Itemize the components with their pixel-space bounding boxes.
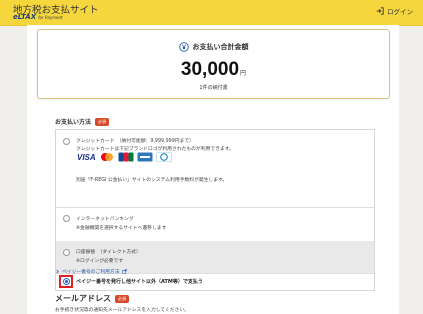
login-icon: [376, 7, 384, 15]
bill-count: 1件の納付書: [199, 85, 228, 91]
pay-easy-help-text: ペイジー番号のご利用方法: [62, 270, 120, 275]
diners-logo: [155, 152, 172, 162]
currency-unit: 円: [240, 71, 247, 77]
external-link-icon: [121, 269, 127, 274]
login-label: ログイン: [387, 8, 413, 16]
logo-text: eLTAX: [13, 13, 37, 21]
option-pay-easy[interactable]: ペイジー番号を発行し他サイト以外（ATM等）で支払う: [56, 273, 374, 290]
email-hint: お手続き状況等の通知先メールアドレスを入力してください。: [55, 308, 190, 313]
credit-card-line2: クレジットカードは下記ブランドロゴが利用されたものが利用できます。: [76, 147, 234, 152]
email-required-badge: 必須: [115, 294, 129, 303]
email-heading: メールアドレス 必須: [55, 293, 129, 304]
direct-debit-line2: ※ログインが必要です: [76, 259, 124, 264]
direct-debit-line1: 口座振替 （ダイレクト方式）: [76, 250, 141, 255]
mastercard-logo: [100, 153, 113, 161]
payment-total-card: お支払い合計金額 30,000円 1件の納付書: [37, 29, 390, 99]
total-amount: 30,000円: [38, 59, 389, 81]
radio-internet-banking[interactable]: [63, 215, 70, 222]
total-label: お支払い合計金額: [192, 43, 249, 51]
pay-easy-label: ペイジー番号を発行し他サイト以外（ATM等）で支払う: [76, 279, 203, 285]
card-brand-logos: VISA: [77, 152, 172, 162]
visa-logo: VISA: [77, 152, 96, 162]
option-credit-card[interactable]: クレジットカード （納付可能額：9,999,999円まで） クレジットカードは下…: [56, 130, 374, 208]
login-button[interactable]: ログイン: [376, 6, 413, 16]
option-internet-banking[interactable]: インターネットバンキング ※金融機関を選択するサイトへ遷移します: [56, 207, 374, 242]
credit-card-line1: クレジットカード （納付可能額：9,999,999円まで）: [76, 139, 194, 144]
chevron-right-icon: [56, 269, 59, 274]
payment-method-title: お支払い方法: [55, 119, 92, 126]
payment-method-heading: お支払い方法 必須: [55, 117, 110, 126]
main-content: お支払い合計金額 30,000円 1件の納付書 お支払い方法 必須 クレジットカ…: [27, 25, 399, 314]
logo-sub: for Payment: [38, 15, 63, 20]
credit-card-fee-note: 別途「F-REGI 公金払い」サイトのシステム利用手数料が発生します。: [76, 178, 228, 183]
internet-banking-line2: ※金融機関を選択するサイトへ遷移します: [76, 226, 167, 231]
radio-pay-easy[interactable]: [63, 278, 70, 285]
payment-options: クレジットカード （納付可能額：9,999,999円まで） クレジットカードは下…: [55, 129, 375, 291]
eltax-logo[interactable]: eLTAX for Payment: [13, 13, 63, 21]
jcb-logo: [118, 152, 134, 162]
site-header: 地方税お支払サイト eLTAX for Payment ログイン: [0, 0, 423, 26]
total-amount-value: 30,000: [180, 59, 240, 80]
required-badge: 必須: [95, 117, 110, 126]
yen-icon: [178, 42, 189, 52]
email-title: メールアドレス: [55, 294, 111, 303]
amex-logo: [137, 152, 153, 162]
pay-easy-help-link[interactable]: ペイジー番号のご利用方法: [55, 268, 127, 275]
internet-banking-line1: インターネットバンキング: [76, 217, 134, 222]
radio-direct-debit[interactable]: [63, 249, 70, 256]
total-heading: お支払い合計金額: [38, 42, 389, 52]
radio-credit-card[interactable]: [63, 138, 70, 145]
